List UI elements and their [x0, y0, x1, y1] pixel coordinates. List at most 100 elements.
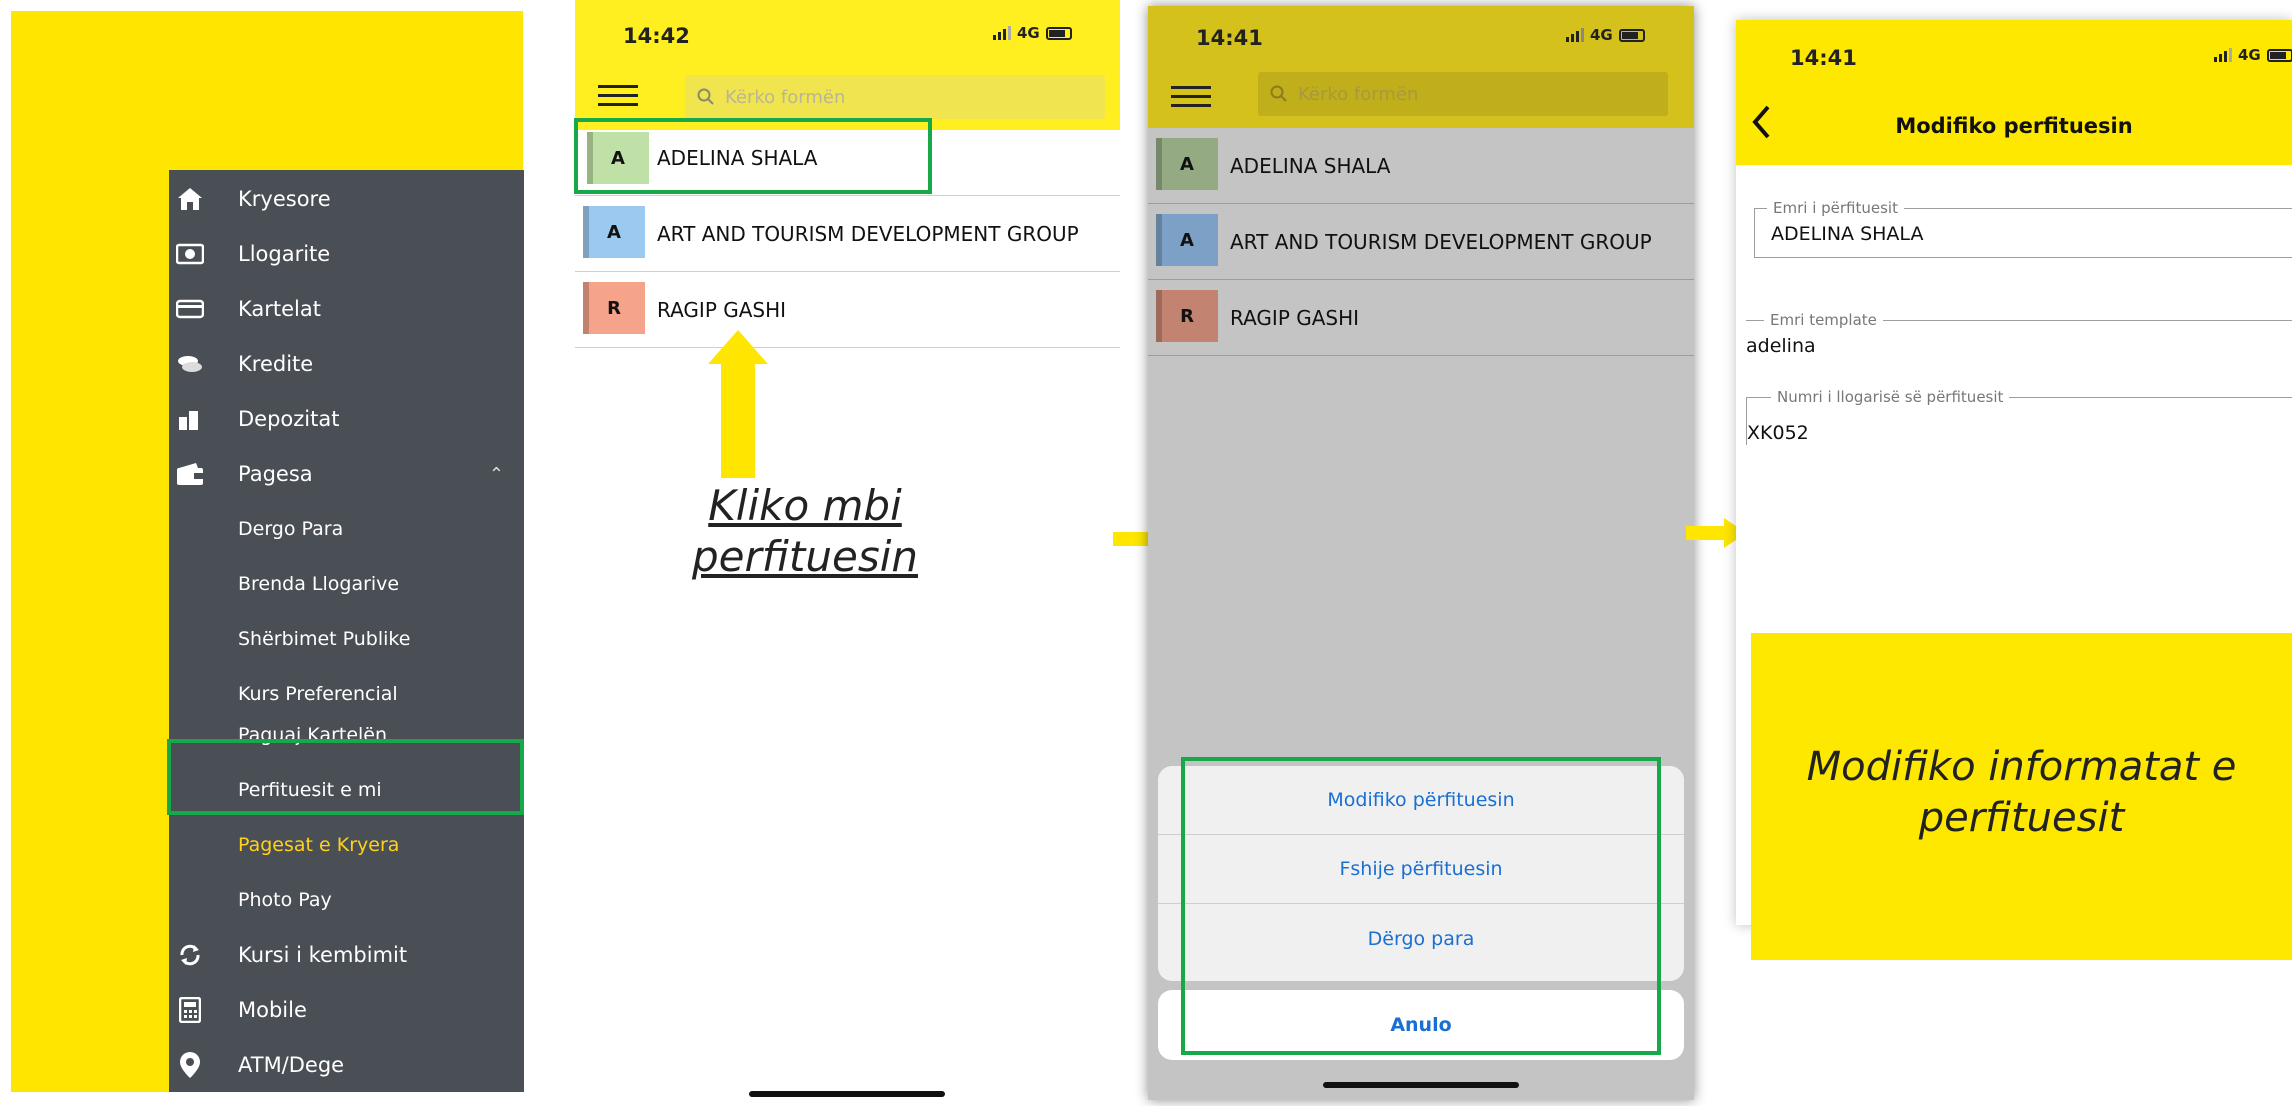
account-number-field[interactable]: Numri i llogarisë së përfituesit XK052	[1746, 388, 2292, 445]
menu-item-pagesa[interactable]: Pagesa ⌃	[169, 448, 524, 500]
loan-icon	[175, 349, 205, 379]
beneficiary-initial-badge: A	[583, 206, 645, 258]
menu-item-kartelat[interactable]: Kartelat	[169, 283, 524, 335]
template-name-field[interactable]: Emri template adelina	[1746, 311, 2292, 368]
accounts-icon	[175, 239, 205, 269]
beneficiary-name: ART AND TOURISM DEVELOPMENT GROUP	[657, 221, 1079, 246]
arrow-up-shaft	[721, 360, 755, 478]
menu-subitem-kurs-preferencial[interactable]: Kurs Preferencial	[169, 668, 524, 720]
menu-item-kredite[interactable]: Kredite	[169, 338, 524, 390]
battery-icon	[2266, 48, 2292, 62]
deposit-icon	[175, 404, 205, 434]
caption-line-1: Kliko mbi	[708, 481, 902, 530]
menu-item-label: Kryesore	[238, 187, 331, 211]
beneficiary-row[interactable]: R RAGIP GASHI	[1148, 280, 1694, 356]
instruction-caption: Kliko mbi perfituesin	[660, 480, 950, 582]
beneficiary-row[interactable]: A ART AND TOURISM DEVELOPMENT GROUP	[575, 196, 1120, 272]
beneficiary-row[interactable]: A ADELINA SHALA	[1148, 128, 1694, 204]
instruction-caption: Modifiko informatat e perfituesit	[1806, 744, 2237, 841]
menu-item-label: Pagesa	[238, 462, 313, 486]
search-placeholder: Kërko formën	[725, 86, 846, 108]
menu-item-kursi-i-kembimit[interactable]: Kursi i kembimit	[169, 929, 524, 981]
status-indicators: 4G	[1566, 26, 1645, 44]
signal-icon	[993, 26, 1011, 40]
menu-subitem-sherbimet-publike[interactable]: Shërbimet Publike	[169, 613, 524, 665]
beneficiary-row[interactable]: A ART AND TOURISM DEVELOPMENT GROUP	[1148, 204, 1694, 280]
status-time: 14:41	[1790, 46, 1857, 70]
battery-icon	[1618, 28, 1645, 42]
field-value: adelina	[1746, 335, 1816, 357]
status-time: 14:41	[1196, 26, 1263, 50]
menu-item-llogarite[interactable]: Llogarite	[169, 228, 524, 280]
menu-item-depozitat[interactable]: Depozitat	[169, 393, 524, 445]
highlight-adelina-row	[574, 118, 932, 194]
menu-subitem-pagesat-e-kryera[interactable]: Pagesat e Kryera	[169, 819, 524, 871]
menu-item-mobile[interactable]: Mobile	[169, 984, 524, 1036]
menu-item-label: Mobile	[238, 998, 307, 1022]
beneficiary-row[interactable]: R RAGIP GASHI	[575, 272, 1120, 348]
status-indicators: 4G	[993, 24, 1072, 42]
search-input[interactable]: Kërko formën	[1258, 72, 1668, 116]
menu-item-label: Shërbimet Publike	[238, 628, 411, 650]
exchange-icon	[175, 940, 205, 970]
menu-item-label: ATM/Dege	[238, 1053, 345, 1077]
beneficiary-initial-badge: R	[583, 282, 645, 334]
yellow-side-strip	[11, 170, 169, 1092]
beneficiary-name: ART AND TOURISM DEVELOPMENT GROUP	[1230, 229, 1652, 254]
field-label: Numri i llogarisë së përfituesit	[1771, 388, 2010, 406]
highlight-perfituesit-e-mi	[167, 739, 524, 815]
field-value: XK052	[1747, 422, 1809, 444]
top-bar	[1736, 20, 2292, 165]
beneficiary-initial-badge: R	[1156, 290, 1218, 342]
card-icon	[175, 294, 205, 324]
menu-item-label: Depozitat	[238, 407, 340, 431]
caption-line-2: perfituesin	[692, 532, 918, 581]
menu-item-label: Kartelat	[238, 297, 321, 321]
hamburger-menu-icon[interactable]	[1171, 80, 1211, 113]
yellow-header-block	[11, 11, 523, 191]
beneficiary-name-field[interactable]: Emri i përfituesit ADELINA SHALA	[1754, 199, 2292, 258]
menu-subitem-photo-pay[interactable]: Photo Pay	[169, 874, 524, 926]
menu-item-label: Photo Pay	[238, 889, 332, 911]
arrow-up-icon	[708, 330, 768, 364]
status-time: 14:42	[623, 24, 690, 48]
menu-item-label: Pagesat e Kryera	[238, 834, 400, 856]
home-icon	[175, 184, 205, 214]
menu-item-label: Llogarite	[238, 242, 331, 266]
menu-item-label: Kredite	[238, 352, 314, 376]
menu-subitem-dergo-para[interactable]: Dergo Para	[169, 503, 524, 555]
signal-icon	[1566, 28, 1584, 42]
battery-icon	[1045, 26, 1072, 40]
search-icon	[1270, 85, 1287, 102]
network-label: 4G	[2238, 46, 2261, 64]
wallet-icon	[175, 459, 205, 489]
calculator-icon	[175, 995, 205, 1025]
field-value: ADELINA SHALA	[1771, 223, 1924, 245]
network-label: 4G	[1017, 24, 1040, 42]
menu-item-atm-dege[interactable]: ATM/Dege	[169, 1039, 524, 1091]
status-indicators: 4G	[2214, 46, 2292, 64]
network-label: 4G	[1590, 26, 1613, 44]
chevron-up-icon[interactable]: ⌃	[489, 464, 504, 485]
search-placeholder: Kërko formën	[1298, 83, 1419, 105]
search-input[interactable]: Kërko formën	[685, 75, 1105, 119]
beneficiary-name: RAGIP GASHI	[657, 297, 787, 322]
search-icon	[697, 88, 714, 105]
menu-subitem-brenda-llogarive[interactable]: Brenda Llogarive	[169, 558, 524, 610]
home-indicator	[749, 1091, 945, 1097]
field-label: Emri template	[1764, 311, 1883, 329]
hamburger-menu-icon[interactable]	[598, 79, 638, 112]
menu-item-kryesore[interactable]: Kryesore	[169, 173, 524, 225]
beneficiary-name: RAGIP GASHI	[1230, 305, 1360, 330]
menu-item-label: Brenda Llogarive	[238, 573, 400, 595]
side-menu: Kryesore Llogarite Kartelat Kredite Depo…	[169, 170, 524, 1092]
menu-item-label: Dergo Para	[238, 518, 344, 540]
field-label: Emri i përfituesit	[1767, 199, 1904, 217]
beneficiary-initial-badge: A	[1156, 214, 1218, 266]
home-indicator	[1323, 1082, 1519, 1088]
menu-item-label: Kursi i kembimit	[238, 943, 408, 967]
menu-item-label: Kurs Preferencial	[238, 683, 398, 705]
beneficiary-initial-badge: A	[1156, 138, 1218, 190]
signal-icon	[2214, 48, 2232, 62]
location-pin-icon	[175, 1050, 205, 1080]
